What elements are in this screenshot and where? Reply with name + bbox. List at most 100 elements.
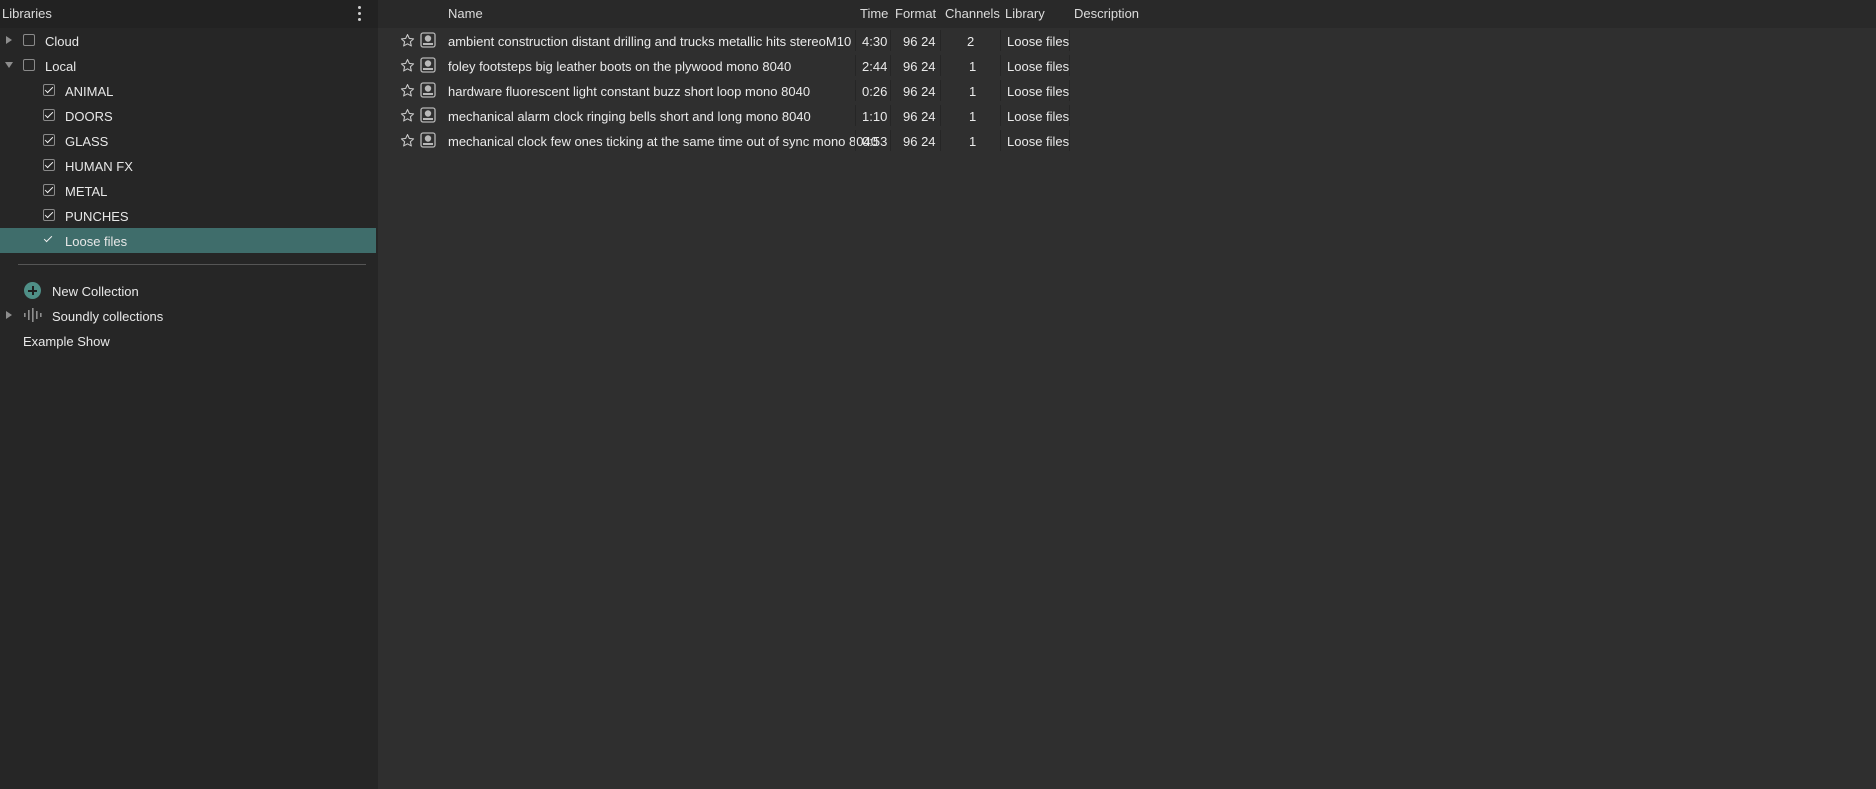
column-header-description[interactable]: Description xyxy=(1074,6,1139,21)
new-collection-button[interactable]: New Collection xyxy=(0,278,376,303)
libraries-sidebar: Libraries Cloud Local ANIMAL DOORS GLASS… xyxy=(0,0,378,789)
cell-format: 96 24 xyxy=(903,59,936,74)
checkbox[interactable] xyxy=(23,59,35,71)
column-separator xyxy=(855,130,856,151)
cell-time: 1:10 xyxy=(862,109,888,124)
column-header-library[interactable]: Library xyxy=(1005,6,1045,21)
table-row[interactable]: mechanical alarm clock ringing bells sho… xyxy=(378,103,1876,128)
column-separator xyxy=(1000,55,1001,76)
tree-item-animal[interactable]: ANIMAL xyxy=(0,78,376,103)
table-row[interactable]: hardware fluorescent light constant buzz… xyxy=(378,78,1876,103)
tree-item-label: Soundly collections xyxy=(52,309,164,324)
tree-item-metal[interactable]: METAL xyxy=(0,178,376,203)
tree-item-doors[interactable]: DOORS xyxy=(0,103,376,128)
new-collection-label: New Collection xyxy=(52,284,139,299)
tree-item-label: Local xyxy=(45,59,77,74)
disclosure-right-icon[interactable] xyxy=(4,35,14,45)
star-icon[interactable] xyxy=(400,133,415,148)
column-separator xyxy=(890,80,891,101)
column-header-name[interactable]: Name xyxy=(448,6,483,21)
tree-item-human-fx[interactable]: HUMAN FX xyxy=(0,153,376,178)
star-icon[interactable] xyxy=(400,58,415,73)
column-separator xyxy=(940,80,941,101)
column-separator xyxy=(940,30,941,51)
tree-item-glass[interactable]: GLASS xyxy=(0,128,376,153)
cell-name: foley footsteps big leather boots on the… xyxy=(448,59,792,74)
tree-item-punches[interactable]: PUNCHES xyxy=(0,203,376,228)
cell-name: mechanical alarm clock ringing bells sho… xyxy=(448,109,811,124)
checkbox[interactable] xyxy=(43,134,55,146)
local-drive-icon xyxy=(420,82,436,98)
checkbox[interactable] xyxy=(43,159,55,171)
cell-library: Loose files xyxy=(1007,134,1070,149)
cell-library: Loose files xyxy=(1007,109,1070,124)
cell-format: 96 24 xyxy=(903,109,936,124)
cell-time: 4:30 xyxy=(862,34,888,49)
tree-item-label: Loose files xyxy=(65,234,128,249)
tree-item-soundly-collections[interactable]: Soundly collections xyxy=(0,303,376,328)
checkbox[interactable] xyxy=(43,84,55,96)
column-separator xyxy=(940,55,941,76)
column-header-format[interactable]: Format xyxy=(895,6,936,21)
disclosure-right-icon[interactable] xyxy=(4,310,14,320)
local-drive-icon xyxy=(420,32,436,48)
column-separator xyxy=(1069,55,1070,76)
tree-item-label: ANIMAL xyxy=(65,84,114,99)
local-drive-icon xyxy=(420,132,436,148)
table-row[interactable]: mechanical clock few ones ticking at the… xyxy=(378,128,1876,153)
column-separator xyxy=(1069,130,1070,151)
disclosure-down-icon[interactable] xyxy=(4,60,14,70)
sidebar-header: Libraries xyxy=(0,0,378,28)
table-row[interactable]: ambient construction distant drilling an… xyxy=(378,28,1876,53)
column-separator xyxy=(890,30,891,51)
column-separator xyxy=(855,55,856,76)
column-separator xyxy=(1000,30,1001,51)
tree-item-example-show[interactable]: Example Show xyxy=(0,328,376,353)
cell-time: 0:26 xyxy=(862,84,888,99)
tree-item-label: Example Show xyxy=(23,334,110,349)
column-separator xyxy=(1069,30,1070,51)
column-header-channels[interactable]: Channels xyxy=(945,6,1000,21)
column-separator xyxy=(940,105,941,126)
cell-library: Loose files xyxy=(1007,34,1070,49)
star-icon[interactable] xyxy=(400,108,415,123)
tree-item-local[interactable]: Local xyxy=(0,53,376,78)
column-separator xyxy=(890,55,891,76)
tree-item-label: Cloud xyxy=(45,34,79,49)
tree-item-label: DOORS xyxy=(65,109,113,124)
column-separator xyxy=(1000,130,1001,151)
checkbox[interactable] xyxy=(23,34,35,46)
checkbox[interactable] xyxy=(43,234,55,246)
column-separator xyxy=(855,80,856,101)
checkbox[interactable] xyxy=(43,109,55,121)
tree-item-label: PUNCHES xyxy=(65,209,129,224)
checkbox[interactable] xyxy=(43,184,55,196)
waveform-icon xyxy=(23,308,43,322)
cell-format: 96 24 xyxy=(903,34,936,49)
vertical-ellipsis-icon[interactable] xyxy=(351,4,367,24)
tree-item-loose-files[interactable]: Loose files xyxy=(0,228,376,253)
column-separator xyxy=(890,105,891,126)
cell-time: 0:53 xyxy=(862,134,888,149)
column-separator xyxy=(855,105,856,126)
cell-format: 96 24 xyxy=(903,134,936,149)
list-header: Name Time Format Channels Library Descri… xyxy=(378,0,1876,28)
sidebar-divider xyxy=(18,264,366,265)
star-icon[interactable] xyxy=(400,83,415,98)
column-separator xyxy=(1069,105,1070,126)
sidebar-title: Libraries xyxy=(2,6,52,21)
cell-channels: 1 xyxy=(969,134,977,149)
tree-item-label: METAL xyxy=(65,184,108,199)
checkbox[interactable] xyxy=(43,209,55,221)
cell-name: hardware fluorescent light constant buzz… xyxy=(448,84,811,99)
tree-item-cloud[interactable]: Cloud xyxy=(0,28,376,53)
cell-channels: 2 xyxy=(967,34,975,49)
cell-name: mechanical clock few ones ticking at the… xyxy=(448,134,878,149)
cell-library: Loose files xyxy=(1007,59,1070,74)
tree-item-label: GLASS xyxy=(65,134,109,149)
table-row[interactable]: foley footsteps big leather boots on the… xyxy=(378,53,1876,78)
column-separator xyxy=(855,30,856,51)
star-icon[interactable] xyxy=(400,33,415,48)
column-header-time[interactable]: Time xyxy=(860,6,888,21)
local-drive-icon xyxy=(420,107,436,123)
